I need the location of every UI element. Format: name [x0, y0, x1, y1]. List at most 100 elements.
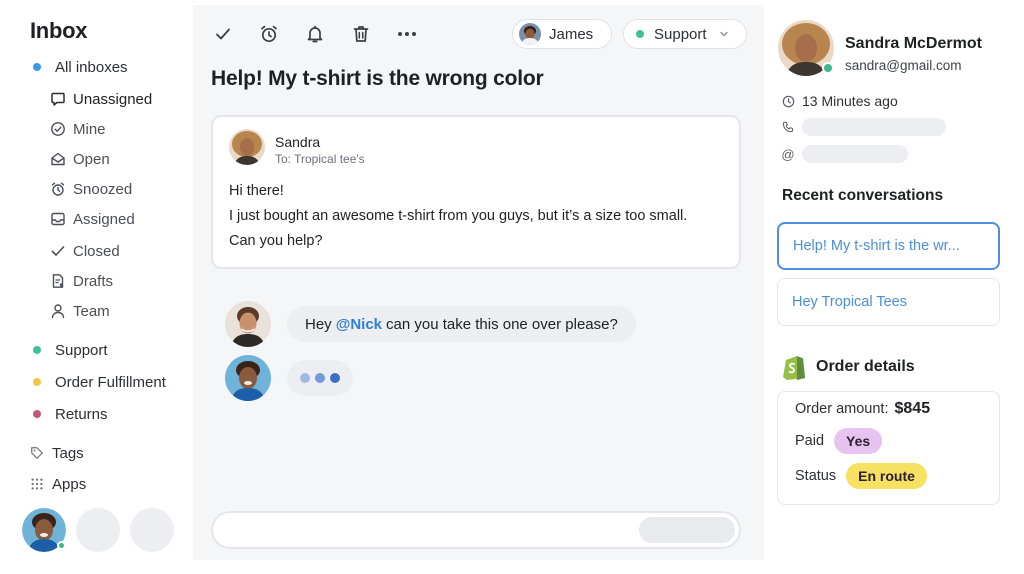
- inbox-name: Support: [654, 25, 707, 43]
- envelope-open-icon: [48, 151, 68, 167]
- alarm-clock-icon: [48, 181, 68, 197]
- comment-bubble: Hey @Nick can you take this one over ple…: [287, 306, 636, 342]
- support-dot: [33, 346, 41, 354]
- message-body: Hi there! I just bought an awesome t-shi…: [229, 179, 687, 254]
- clock-icon: [780, 95, 796, 108]
- comment-text: can you take this one over please?: [386, 315, 618, 333]
- typing-indicator: [287, 360, 353, 396]
- assignee-selector[interactable]: James: [512, 19, 612, 49]
- sidebar-item-unassigned[interactable]: Unassigned: [48, 87, 152, 111]
- order-details-title: Order details: [816, 358, 915, 375]
- email-row: @: [780, 145, 908, 163]
- sidebar-item-label: Tags: [52, 444, 84, 462]
- sidebar: Inbox All inboxes Unassigned Mine Open S…: [0, 0, 192, 574]
- sidebar-item-label: Assigned: [73, 210, 135, 228]
- returns-dot: [33, 410, 41, 418]
- current-user-avatar[interactable]: [22, 508, 66, 552]
- sender-name: Sandra: [275, 134, 321, 150]
- alarm-clock-icon[interactable]: [257, 22, 281, 46]
- email-message: Sandra To: Tropical tee's Hi there! I ju…: [211, 115, 741, 269]
- sidebar-item-label: Apps: [52, 475, 87, 493]
- phone-row: [780, 118, 946, 136]
- sidebar-item-team[interactable]: Team: [48, 299, 110, 323]
- grid-icon: [29, 477, 45, 491]
- sidebar-item-returns[interactable]: Returns: [30, 402, 108, 426]
- order-details-card: Order amount: $845 Paid Yes Status En ro…: [777, 391, 1000, 505]
- paid-label: Paid: [795, 433, 825, 449]
- conversation-subject: Help! My t-shirt is the wrong color: [211, 67, 544, 90]
- sidebar-item-label: Returns: [55, 405, 108, 423]
- assignee-avatar: [519, 23, 541, 45]
- support-dot: [636, 30, 644, 38]
- sidebar-item-tags[interactable]: Tags: [29, 441, 84, 465]
- more-horizontal-icon[interactable]: [395, 22, 419, 46]
- sidebar-title: Inbox: [30, 18, 88, 43]
- check-icon[interactable]: [211, 22, 235, 46]
- sidebar-item-closed[interactable]: Closed: [48, 239, 120, 263]
- status-row: Status En route: [795, 463, 927, 489]
- order-amount-value: $845: [894, 400, 931, 417]
- typing-indicator-row: [225, 355, 353, 401]
- contact-email[interactable]: sandra@gmail.com: [845, 58, 962, 73]
- paid-badge: Yes: [834, 428, 883, 454]
- all-inboxes-dot: [33, 63, 41, 71]
- contact-name: Sandra McDermot: [845, 35, 982, 52]
- sidebar-item-label: Support: [55, 341, 108, 359]
- contact-panel: Sandra McDermot sandra@gmail.com 13 Minu…: [764, 0, 1024, 574]
- avatar-placeholder[interactable]: [76, 508, 120, 552]
- phone-icon: [780, 121, 796, 133]
- recent-conversation-label: Hey Tropical Tees: [792, 294, 907, 310]
- inbox-selector[interactable]: Support: [623, 19, 747, 49]
- sidebar-item-assigned[interactable]: Assigned: [48, 207, 135, 231]
- sidebar-item-open[interactable]: Open: [48, 147, 110, 171]
- tag-icon: [29, 446, 45, 460]
- last-seen-row: 13 Minutes ago: [780, 93, 898, 109]
- assignee-name: James: [549, 25, 594, 43]
- sidebar-item-apps[interactable]: Apps: [29, 472, 86, 496]
- recent-conversation-item[interactable]: Hey Tropical Tees: [777, 278, 1000, 326]
- typing-user-avatar: [225, 355, 271, 401]
- recent-conversations-title: Recent conversations: [782, 187, 944, 204]
- last-seen-text: 13 Minutes ago: [802, 93, 898, 109]
- shopify-icon: [782, 353, 806, 381]
- user-icon: [48, 303, 68, 319]
- sidebar-item-label: Open: [73, 150, 110, 168]
- avatar-placeholder[interactable]: [130, 508, 174, 552]
- recent-conversation-item[interactable]: Help! My t-shirt is the wr...: [777, 222, 1000, 270]
- team-avatars: [22, 508, 174, 552]
- sidebar-item-support[interactable]: Support: [30, 338, 108, 362]
- conversation-pane: James Support Help! My t-shirt is the wr…: [193, 5, 764, 560]
- sidebar-item-label: Unassigned: [73, 90, 153, 108]
- sidebar-item-order-fulfillment[interactable]: Order Fulfillment: [30, 370, 166, 394]
- sender-avatar: [229, 129, 265, 165]
- reply-composer[interactable]: [211, 511, 741, 549]
- sidebar-item-drafts[interactable]: Drafts: [48, 269, 113, 293]
- sidebar-item-mine[interactable]: Mine: [48, 117, 106, 141]
- phone-placeholder: [802, 118, 946, 136]
- status-badge: En route: [846, 463, 927, 489]
- trash-icon[interactable]: [349, 22, 373, 46]
- sidebar-item-label: Order Fulfillment: [55, 373, 166, 391]
- sidebar-item-all-inboxes[interactable]: All inboxes: [30, 55, 128, 79]
- bell-icon[interactable]: [303, 22, 327, 46]
- order-amount-row: Order amount: $845: [795, 400, 930, 418]
- message-line: Hi there!: [229, 183, 284, 199]
- mention-link[interactable]: @Nick: [336, 316, 382, 333]
- paid-row: Paid Yes: [795, 428, 883, 454]
- comment-text: Hey: [305, 315, 332, 333]
- sidebar-item-snoozed[interactable]: Snoozed: [48, 177, 132, 201]
- sidebar-item-label: All inboxes: [55, 58, 128, 76]
- recipient-line: To: Tropical tee's: [275, 152, 365, 166]
- inbox-tray-icon: [48, 211, 68, 227]
- sidebar-item-label: Snoozed: [73, 180, 133, 198]
- recent-conversation-label: Help! My t-shirt is the wr...: [793, 238, 960, 254]
- message-line: I just bought an awesome t-shirt from yo…: [229, 208, 688, 224]
- sidebar-item-label: Team: [73, 302, 110, 320]
- send-button[interactable]: [639, 517, 735, 543]
- email-placeholder: [802, 145, 908, 163]
- chevron-down-icon: [719, 29, 729, 39]
- online-indicator: [822, 62, 834, 74]
- message-square-icon: [48, 91, 68, 107]
- at-sign-icon: @: [781, 146, 795, 162]
- internal-comment: Hey @Nick can you take this one over ple…: [225, 301, 636, 347]
